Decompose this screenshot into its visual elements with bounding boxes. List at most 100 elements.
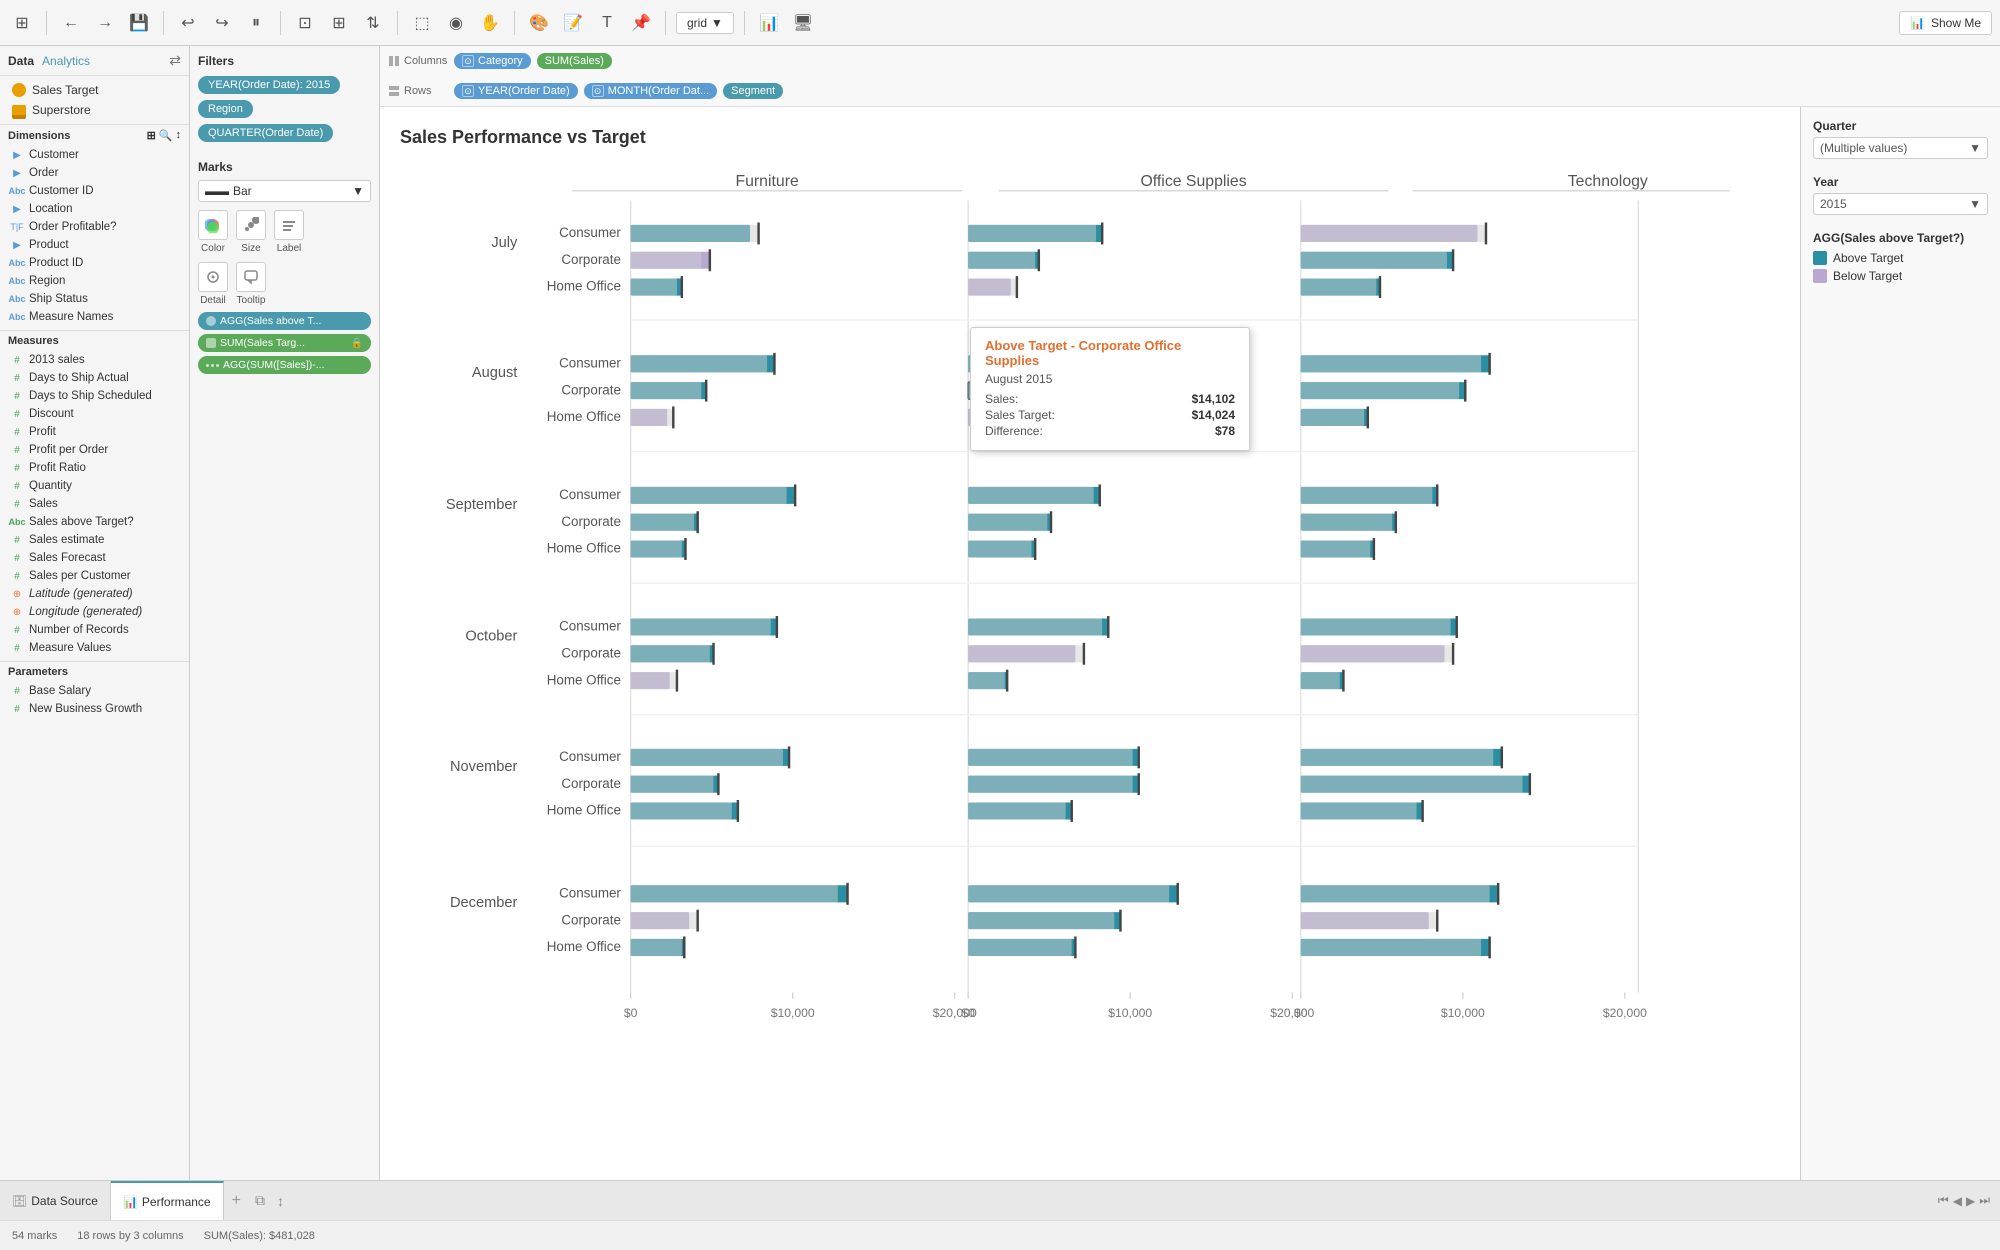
color-tool[interactable]: 🎨 [525, 9, 553, 37]
row-pill-year[interactable]: ⊙ YEAR(Order Date) [454, 83, 578, 99]
hash-icon-3: # [10, 389, 24, 403]
swap-button[interactable]: ⇅ [359, 9, 387, 37]
color-control[interactable]: Color [198, 210, 228, 254]
meas-sales-forecast[interactable]: # Sales Forecast [8, 549, 181, 567]
nav-last[interactable]: ⏭ [1979, 1193, 1990, 1208]
mark-pill-agg-sum[interactable]: AGG(SUM([Sales])-... [198, 356, 371, 374]
sep4 [397, 11, 398, 35]
table-button[interactable]: ⊞ [325, 9, 353, 37]
quarter-value-selector[interactable]: (Multiple values) ▼ [1813, 137, 1988, 159]
datasource-superstore[interactable]: Superstore [8, 100, 181, 120]
legend-above-target[interactable]: Above Target [1813, 251, 1988, 265]
meas-profit[interactable]: # Profit [8, 423, 181, 441]
dim-region[interactable]: Abc Region [8, 272, 181, 290]
annotation-tool[interactable]: 📝 [559, 9, 587, 37]
filter-year[interactable]: YEAR(Order Date): 2015 [198, 76, 340, 94]
meas-sales-estimate[interactable]: # Sales estimate [8, 531, 181, 549]
tab-performance[interactable]: 📊 Performance [111, 1181, 224, 1220]
fit-button[interactable]: ⊡ [291, 9, 319, 37]
nav-next[interactable]: ▶ [1966, 1194, 1975, 1208]
dim-order-profitable[interactable]: T|F Order Profitable? [8, 218, 181, 236]
meas-num-records[interactable]: # Number of Records [8, 621, 181, 639]
row-pill-month[interactable]: ⊙ MONTH(Order Dat... [584, 83, 717, 99]
row-year-label: YEAR(Order Date) [478, 85, 570, 97]
label-control[interactable]: Label [274, 210, 304, 254]
undo-button[interactable]: ↩ [174, 9, 202, 37]
sort-icon: ↕ [277, 1193, 284, 1209]
forward-button[interactable]: → [91, 9, 119, 37]
label-icon [274, 210, 304, 240]
text-tool[interactable]: T [593, 9, 621, 37]
bar-oct-consumer-f-target-bg [631, 618, 771, 635]
nav-prev[interactable]: ◀ [1953, 1194, 1962, 1208]
dim-customer-id[interactable]: Abc Customer ID [8, 182, 181, 200]
filter-quarter[interactable]: QUARTER(Order Date) [198, 124, 333, 142]
col-pill-category[interactable]: ⊙ Category [454, 53, 531, 69]
add-tab-button[interactable]: + [224, 1192, 249, 1210]
meas-sales-per-customer[interactable]: # Sales per Customer [8, 567, 181, 585]
meas-profit-ratio[interactable]: # Profit Ratio [8, 459, 181, 477]
marks-type-selector[interactable]: ▬▬ Bar ▼ [198, 180, 371, 202]
param-base-salary[interactable]: # Base Salary [8, 682, 181, 700]
mark-pill-agg-sales[interactable]: AGG(Sales above T... [198, 312, 371, 330]
dim-measure-names[interactable]: Abc Measure Names [8, 308, 181, 326]
dimensions-sort-icon[interactable]: ↕ [176, 129, 182, 142]
param-new-business[interactable]: # New Business Growth [8, 700, 181, 718]
meas-measure-values[interactable]: # Measure Values [8, 639, 181, 657]
pan-tool[interactable]: ✋ [476, 9, 504, 37]
col-pill-sales[interactable]: SUM(Sales) [537, 53, 612, 69]
tooltip-control[interactable]: Tooltip [236, 262, 266, 306]
pause-button[interactable]: ⏸ [242, 9, 270, 37]
monitor-icon[interactable]: 🖥 [789, 9, 817, 37]
row-pill-segment[interactable]: Segment [723, 83, 783, 99]
lasso-tool[interactable]: ◉ [442, 9, 470, 37]
size-control[interactable]: Size [236, 210, 266, 254]
year-value-selector[interactable]: 2015 ▼ [1813, 193, 1988, 215]
detail-control[interactable]: Detail [198, 262, 228, 306]
bar-sep-homeoffice-t-target [1301, 540, 1370, 557]
page-nav: ⏮ ◀ ▶ ⏭ [1928, 1193, 2000, 1208]
dim-ship-status[interactable]: Abc Ship Status [8, 290, 181, 308]
dim-product[interactable]: ▶ Product [8, 236, 181, 254]
dim-product-id[interactable]: Abc Product ID [8, 254, 181, 272]
redo-button[interactable]: ↪ [208, 9, 236, 37]
save-button[interactable]: 💾 [125, 9, 153, 37]
show-me-button[interactable]: 📊 Show Me [1899, 11, 1992, 35]
sidebar-expand-icon[interactable]: ⇄ [169, 52, 181, 69]
datasource-sales-target[interactable]: Sales Target [8, 80, 181, 100]
dim-order[interactable]: ▶ Order [8, 164, 181, 182]
meas-discount[interactable]: # Discount [8, 405, 181, 423]
select-tool[interactable]: ⬚ [408, 9, 436, 37]
pin-tool[interactable]: 📌 [627, 9, 655, 37]
tab-data-source[interactable]: 🗄 Data Source [0, 1181, 111, 1220]
grid-icon[interactable]: ⊞ [8, 9, 36, 37]
meas-quantity[interactable]: # Quantity [8, 477, 181, 495]
meas-latitude[interactable]: ⊕ Latitude (generated) [8, 585, 181, 603]
dimensions-search-icon[interactable]: 🔍 [159, 129, 173, 142]
add-icon: + [232, 1192, 241, 1210]
meas-days-ship-scheduled[interactable]: # Days to Ship Scheduled [8, 387, 181, 405]
status-bar: 54 marks 18 rows by 3 columns SUM(Sales)… [0, 1220, 2000, 1250]
meas-longitude[interactable]: ⊕ Longitude (generated) [8, 603, 181, 621]
datasource-icon [12, 83, 26, 97]
mark-pill-sum-sales[interactable]: SUM(Sales Targ... 🔒 [198, 334, 371, 352]
meas-sales[interactable]: # Sales [8, 495, 181, 513]
dimensions-grid-icon[interactable]: ⊞ [147, 129, 156, 142]
bar-aug-homeoffice-t-target [1301, 409, 1364, 426]
bar-chart-icon[interactable]: 📊 [755, 9, 783, 37]
analytics-tab[interactable]: Analytics [42, 54, 90, 68]
meas-days-ship-actual[interactable]: # Days to Ship Actual [8, 369, 181, 387]
view-selector[interactable]: grid ▼ [676, 12, 734, 34]
meas-sales-above[interactable]: Abc Sales above Target? [8, 513, 181, 531]
back-button[interactable]: ← [57, 9, 85, 37]
copy-tab-button[interactable]: ⧉ [249, 1192, 271, 1209]
data-tab[interactable]: Data [8, 54, 34, 68]
legend-below-target[interactable]: Below Target [1813, 269, 1988, 283]
nav-first[interactable]: ⏮ [1938, 1193, 1949, 1208]
filter-region[interactable]: Region [198, 100, 253, 118]
meas-2013-sales[interactable]: # 2013 sales [8, 351, 181, 369]
dim-customer[interactable]: ▶ Customer [8, 146, 181, 164]
dim-location[interactable]: ▶ Location [8, 200, 181, 218]
sort-tab-button[interactable]: ↕ [271, 1193, 290, 1209]
meas-profit-per-order[interactable]: # Profit per Order [8, 441, 181, 459]
